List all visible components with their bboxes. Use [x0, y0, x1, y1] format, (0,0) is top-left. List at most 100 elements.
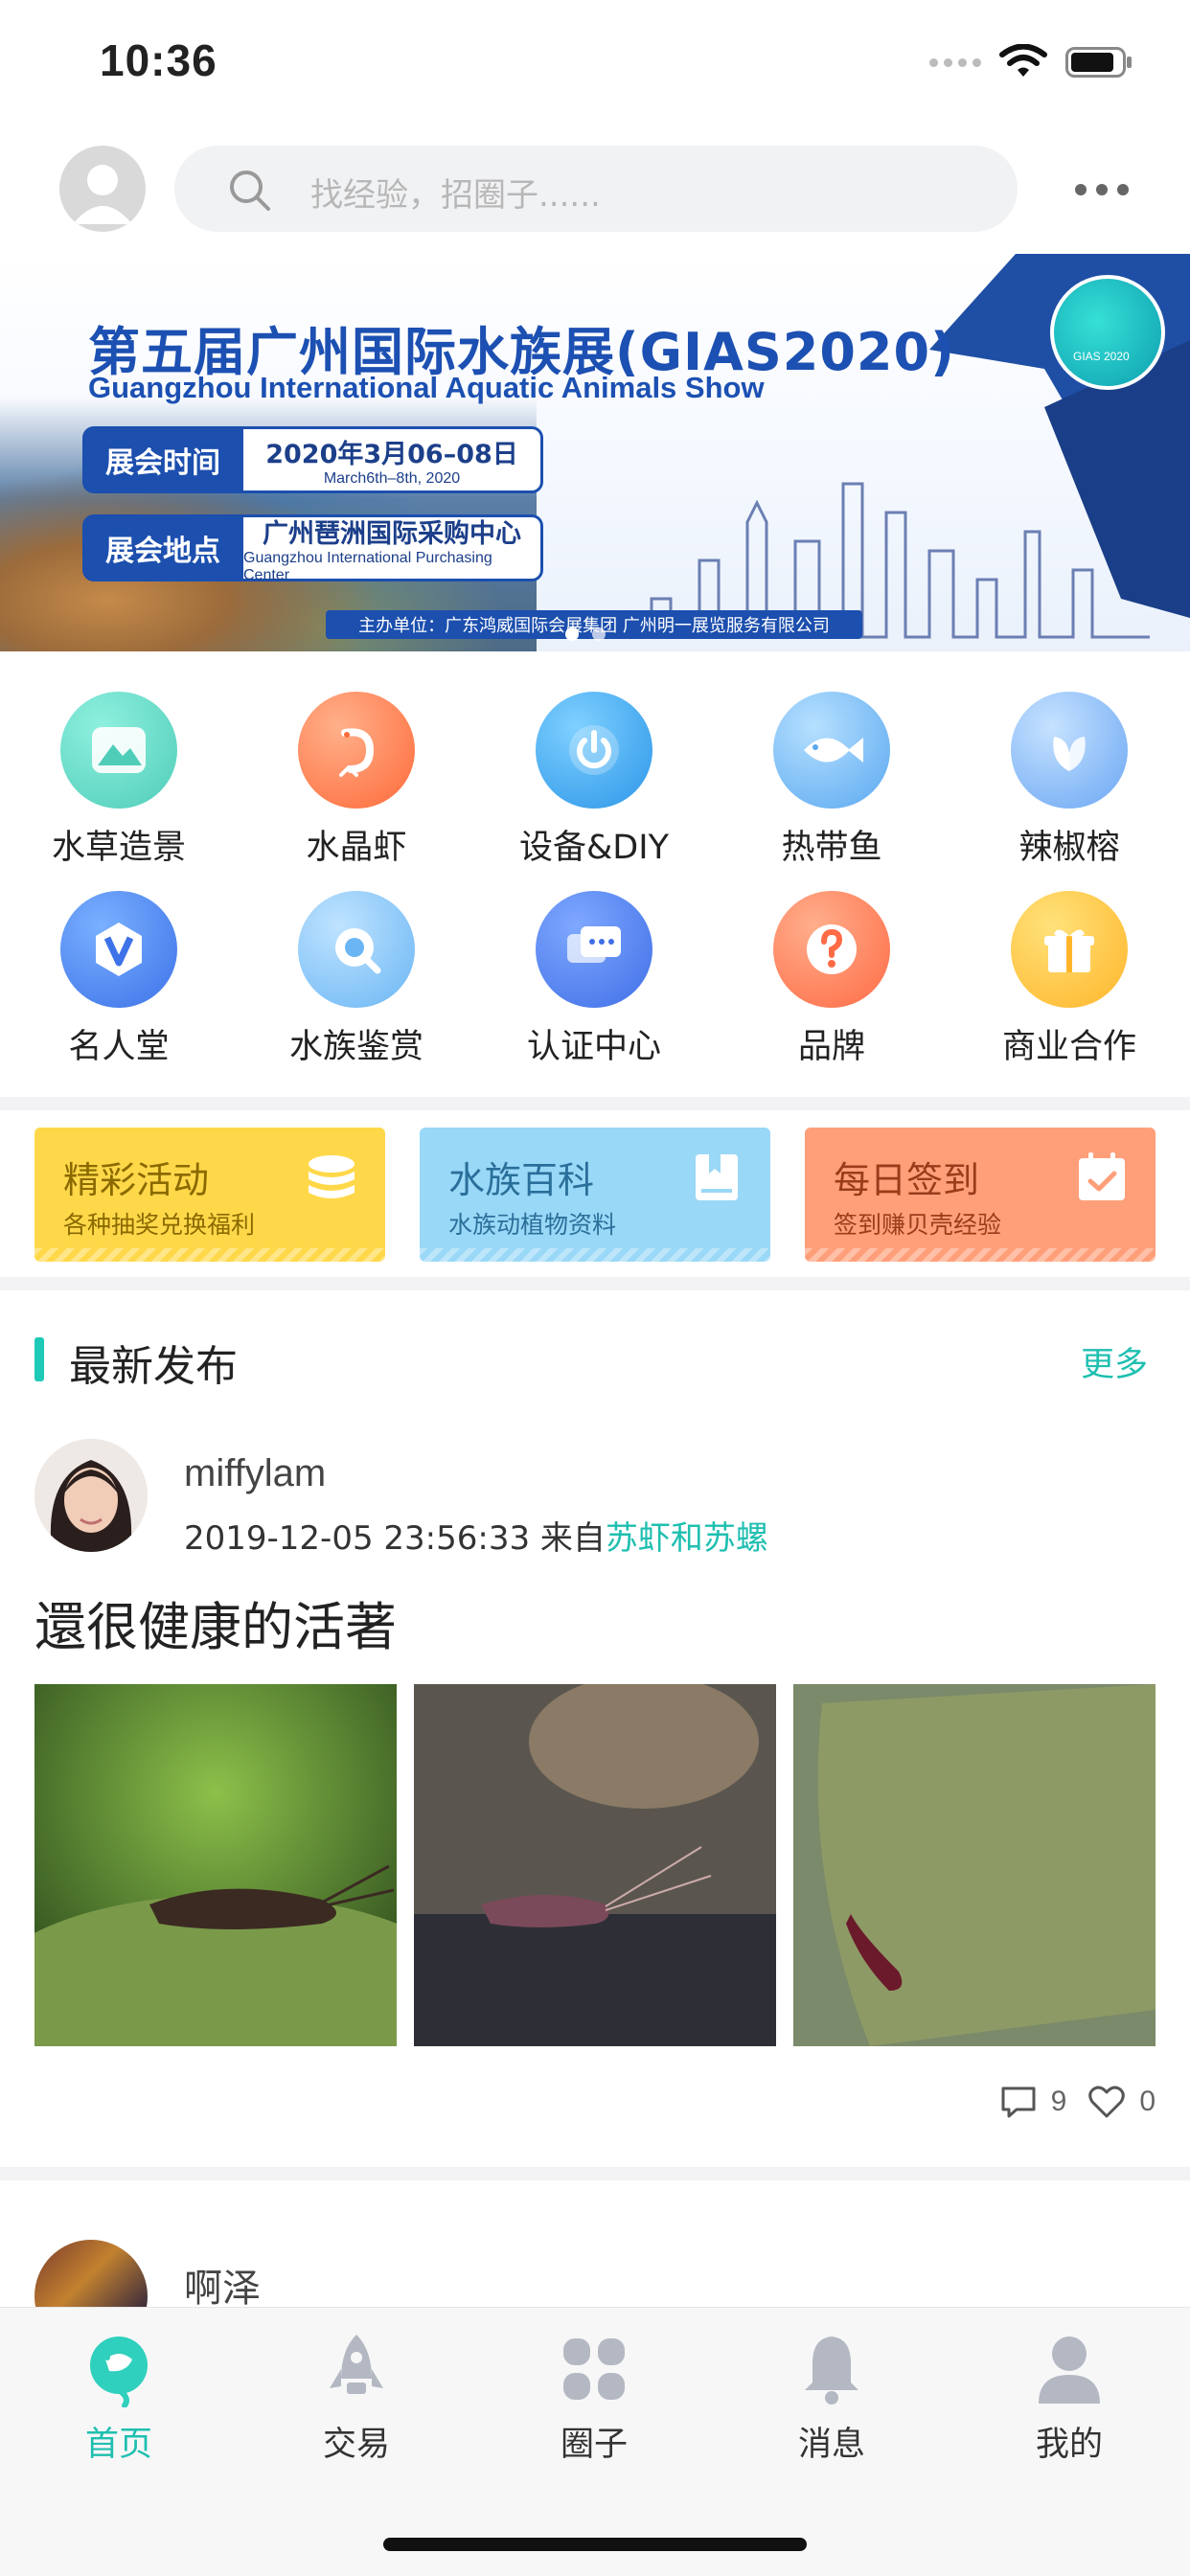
status-time: 10:36 [100, 35, 217, 85]
power-icon [536, 692, 652, 809]
feature-card-checkin[interactable]: 每日签到 签到赚贝壳经验 [805, 1128, 1156, 1262]
tab-messages[interactable]: 消息 [713, 2331, 950, 2466]
card-stripe [805, 1248, 1156, 1262]
home-indicator[interactable] [383, 2538, 807, 2551]
category-certification[interactable]: 认证中心 [475, 891, 713, 1068]
category-label: 水晶虾 [306, 829, 407, 867]
tab-circles[interactable]: 圈子 [475, 2331, 713, 2466]
feature-title: 水族百科 [448, 1159, 595, 1201]
post-image-2[interactable] [414, 1684, 776, 2046]
gias-logo [1050, 275, 1165, 390]
shrimp-icon [298, 692, 415, 809]
shrimp-photo [34, 1684, 397, 2046]
tab-profile[interactable]: 我的 [950, 2331, 1188, 2466]
feature-card-encyclopedia[interactable]: 水族百科 水族动植物资料 [420, 1128, 770, 1262]
post-author-name[interactable]: miffylam [184, 1452, 326, 1495]
tab-trade[interactable]: 交易 [238, 2331, 475, 2466]
wifi-icon [999, 44, 1047, 77]
category-anubias[interactable]: 辣椒榕 [950, 692, 1188, 869]
dot-icon [1096, 184, 1108, 195]
pager-dot[interactable] [592, 627, 606, 641]
leaf-icon [1011, 692, 1128, 809]
tab-label: 消息 [797, 2426, 865, 2464]
event-banner[interactable]: 第五届广州国际水族展(GIAS2020) Guangzhou Internati… [0, 254, 1190, 651]
feature-subtitle: 各种抽奖兑换福利 [63, 1211, 256, 1239]
more-options-button[interactable] [1064, 171, 1140, 209]
category-label: 品牌 [797, 1028, 865, 1066]
fish-icon [773, 692, 890, 809]
user-avatar-button[interactable] [59, 146, 146, 232]
post-author-avatar[interactable] [34, 1439, 148, 1552]
tab-label: 首页 [84, 2426, 152, 2464]
v-badge-icon [60, 891, 177, 1008]
section-title: 最新发布 [69, 1342, 238, 1391]
post-image-1[interactable] [34, 1684, 397, 2046]
tab-home[interactable]: 首页 [0, 2331, 238, 2466]
book-icon [696, 1154, 738, 1200]
bell-icon [805, 2337, 858, 2405]
category-label: 商业合作 [1001, 1028, 1136, 1066]
category-label: 水族鉴赏 [288, 1028, 423, 1066]
banner-venue-en: Guangzhou International Purchasing Cente… [243, 549, 492, 583]
category-label: 设备&DIY [519, 829, 669, 867]
banner-date-label: 展会时间 [82, 426, 243, 493]
card-stripe [420, 1248, 770, 1262]
feature-title: 精彩活动 [63, 1159, 210, 1201]
section-accent-bar [34, 1337, 44, 1381]
top-bar: 找经验，招圈子...... [0, 142, 1190, 238]
coins-icon [309, 1155, 355, 1198]
dot-icon [1117, 184, 1129, 195]
banner-venue-value: 广州琶洲国际采购中心 Guangzhou International Purch… [243, 514, 543, 583]
comment-count: 9 [1050, 2086, 1067, 2117]
author-photo [34, 1439, 148, 1552]
grid-icon [563, 2338, 625, 2400]
more-link[interactable]: 更多 [1081, 1337, 1148, 1386]
home-fish-icon [90, 2337, 148, 2408]
status-bar: 10:36 [0, 0, 1190, 129]
post-image-3[interactable] [793, 1684, 1156, 2046]
banner-date-text: 2020年3月06–08日 [265, 439, 518, 469]
person-icon [1039, 2337, 1100, 2404]
section-divider [0, 1097, 1190, 1110]
question-icon [773, 891, 890, 1008]
post-title[interactable]: 還很健康的活著 [34, 1584, 397, 1660]
battery-icon [1065, 47, 1132, 78]
banner-date-row: 展会时间 2020年3月06–08日 March6th–8th, 2020 [82, 426, 543, 493]
category-tropical-fish[interactable]: 热带鱼 [713, 692, 950, 869]
category-appreciation[interactable]: 水族鉴赏 [238, 891, 475, 1068]
bottom-tab-bar: 首页 交易 圈子 消息 我的 [0, 2307, 1190, 2576]
category-brand[interactable]: 品牌 [713, 891, 950, 1068]
feature-title: 每日签到 [834, 1159, 980, 1201]
gift-icon [1011, 891, 1128, 1008]
like-icon[interactable] [1087, 2085, 1126, 2119]
search-icon [230, 171, 270, 211]
chat-icon [536, 891, 652, 1008]
category-equipment-diy[interactable]: 设备&DIY [475, 692, 713, 869]
post-circle-link[interactable]: 苏虾和苏螺 [606, 1519, 768, 1558]
section-divider [0, 2167, 1190, 2180]
category-label: 名人堂 [68, 1028, 170, 1066]
latest-section-header: 最新发布 更多 [0, 1312, 1190, 1408]
shrimp-photo [414, 1684, 776, 2046]
category-label: 辣椒榕 [1018, 829, 1120, 867]
category-aquascape[interactable]: 水草造景 [0, 692, 238, 869]
category-crystal-shrimp[interactable]: 水晶虾 [238, 692, 475, 869]
post-time: 2019-12-05 23:56:33 [184, 1519, 531, 1558]
tab-label: 我的 [1035, 2426, 1103, 2464]
post-author-name[interactable]: 啊泽 [184, 2257, 261, 2313]
search-placeholder: 找经验，招圈子...... [310, 176, 601, 215]
category-hall-of-fame[interactable]: 名人堂 [0, 891, 238, 1068]
tab-label: 交易 [322, 2426, 390, 2464]
category-business[interactable]: 商业合作 [950, 891, 1188, 1068]
landscape-icon [60, 692, 177, 809]
post-from-label: 来自 [539, 1519, 606, 1558]
banner-pager[interactable] [565, 627, 606, 641]
like-count: 0 [1139, 2086, 1156, 2117]
feature-subtitle: 水族动植物资料 [448, 1211, 617, 1239]
magnifier-icon [298, 891, 415, 1008]
pager-dot[interactable] [565, 627, 579, 641]
comment-icon[interactable] [999, 2085, 1038, 2119]
feature-card-events[interactable]: 精彩活动 各种抽奖兑换福利 [34, 1128, 385, 1262]
banner-date-en: March6th–8th, 2020 [323, 469, 461, 487]
search-input[interactable]: 找经验，招圈子...... [174, 146, 1018, 232]
